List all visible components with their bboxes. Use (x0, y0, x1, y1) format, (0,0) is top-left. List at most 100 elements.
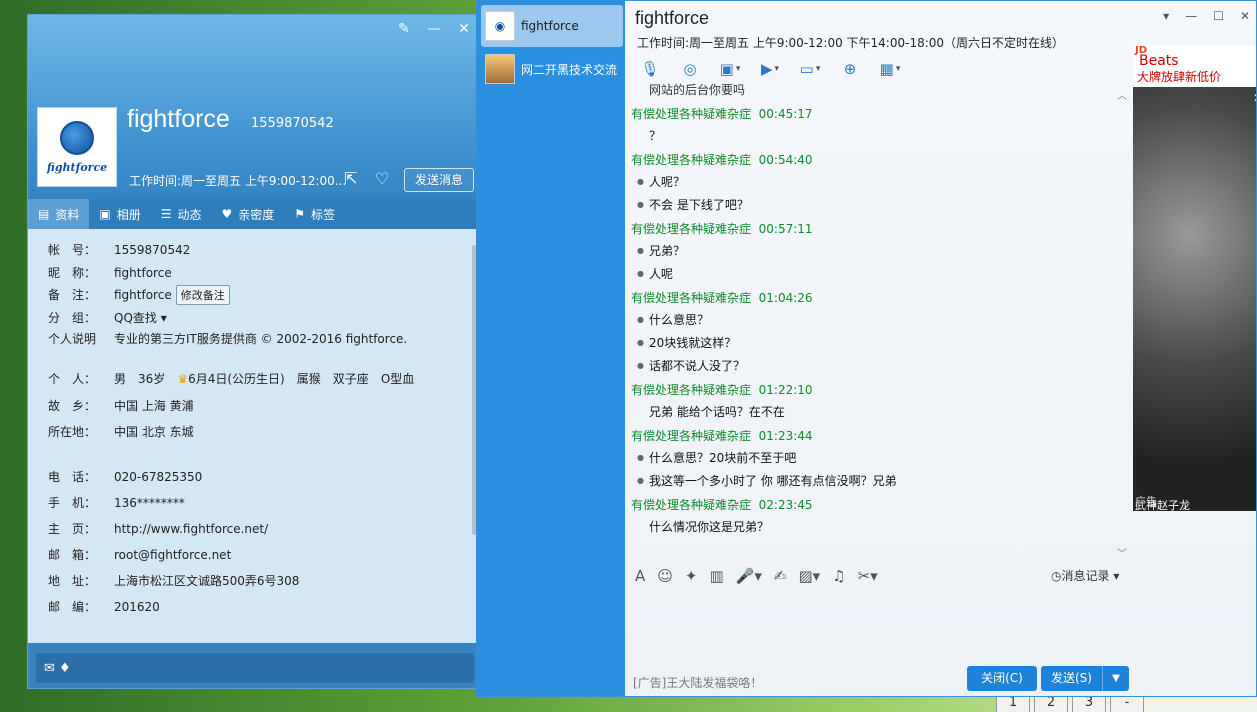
ad-text-link[interactable]: [广告]王大陆发福袋咯！ (633, 674, 762, 691)
profile-signature: 工作时间:周一至周五 上午9:00-12:00... (129, 174, 347, 188)
send-message-button[interactable]: 发送消息 (404, 168, 474, 192)
tab-intimacy[interactable]: ♥ 亲密度 (212, 199, 285, 229)
nudge-icon[interactable]: ✦ (685, 567, 698, 585)
chat-toolbar: 🎙 ◎ ▣ ▾ ▶ ▾ ▭ ▾ ⊕ ▦ ▾ (635, 57, 905, 81)
contact-group[interactable]: 网二开黑技术交流 (481, 48, 623, 90)
scroll-up-icon[interactable]: ︿ (1117, 87, 1127, 102)
message-header: 有偿处理各种疑难杂症 00:57:11 (631, 222, 813, 236)
edit-remark-button[interactable]: 修改备注 (175, 285, 230, 305)
ad-panel[interactable]: JD Beats 大牌放肆新低价 ✕ 广告 武神赵子龙 (1133, 45, 1256, 511)
screen-share-icon[interactable]: ▣ ▾ (715, 57, 745, 81)
share-icon[interactable]: ⇱ (344, 169, 357, 188)
close-icon[interactable]: ✕ (1240, 9, 1250, 23)
group-dropdown[interactable]: QQ查找 (114, 311, 157, 325)
message-text: 不会 是下线了吧？ (649, 198, 749, 212)
logo-icon: ◉ (494, 19, 506, 33)
phone-row: 电 话： 020-67825350 (48, 470, 203, 484)
email-row: 邮 箱： root@fightforce.net (48, 548, 232, 562)
message-header: 有偿处理各种疑难杂症 02:23:45 (631, 498, 813, 512)
location-row: 所在地： 中国 北京 东城 (48, 425, 194, 439)
clock-icon: ◷ (1051, 569, 1062, 583)
send-button[interactable]: 发送(S) ▼ (1041, 666, 1129, 691)
send-options-chevron-icon[interactable]: ▼ (1103, 666, 1129, 691)
file-transfer-icon[interactable]: ▶ ▾ (755, 57, 785, 81)
mail-icon[interactable]: ✉ (44, 661, 55, 676)
tab-album[interactable]: ▣ 相册 (89, 199, 150, 229)
intro-row: 个人说明 专业的第三方IT服务提供商 © 2002-2016 fightforce… (48, 332, 408, 346)
skin-brush-icon[interactable]: ✎ (396, 21, 412, 37)
zip-row: 邮 编： 201620 (48, 600, 160, 614)
edit-icon[interactable]: ✍ (774, 567, 787, 585)
message-history-button[interactable]: ◷消息记录 ▾ (1051, 567, 1119, 584)
voice-call-icon[interactable]: 🎙 (635, 57, 665, 81)
message-text: 人呢？ (649, 175, 686, 189)
music-icon[interactable]: ♫ (832, 567, 845, 585)
ad-image[interactable] (1133, 87, 1256, 511)
tab-tags[interactable]: ⚑ 标签 (284, 199, 345, 229)
minimize-icon[interactable]: — (426, 21, 442, 37)
chat-window: ◉ fightforce 网二开黑技术交流 fightforce 工作时间:周一… (476, 0, 1257, 697)
message-text: 兄弟 能给个话吗？在不在 (649, 405, 785, 419)
id-card-icon: ▤ (38, 207, 50, 221)
apps-grid-icon[interactable]: ▦ ▾ (875, 57, 905, 81)
logo-icon (60, 120, 94, 155)
avatar[interactable]: fightforce (37, 107, 117, 187)
favorite-heart-icon[interactable]: ♡ (375, 169, 389, 188)
account-row: 帐 号： 1559870542 (48, 243, 191, 257)
profile-tabs: ▤ 资料 ▣ 相册 ☰ 动态 ♥ 亲密度 ⚑ 标签 (28, 199, 478, 229)
maximize-icon[interactable]: ☐ (1213, 9, 1224, 23)
voice-message-icon[interactable]: 🎤▾ (736, 567, 762, 585)
font-icon[interactable]: A (635, 567, 645, 585)
emoji-icon[interactable]: ☺ (657, 567, 673, 585)
message-text: 我这等一个多小时了 你 哪还有点信没啊？兄弟 (649, 474, 897, 488)
screenshot-scissors-icon[interactable]: ✂▾ (858, 567, 878, 585)
message-text: 什么情况你这是兄弟？ (649, 520, 770, 534)
message-header: 有偿处理各种疑难杂症 00:54:40 (631, 153, 813, 167)
nickname-row: 昵 称： fightforce (48, 266, 172, 280)
profile-name: fightforce (127, 105, 230, 133)
profile-footer-bar: ✉ ♦ (36, 653, 474, 683)
chat-main: fightforce 工作时间:周一至周五 上午9:00-12:00 下午14:… (625, 1, 1256, 696)
message-input[interactable] (625, 591, 1131, 661)
minimize-icon[interactable]: — (1185, 9, 1197, 23)
ad-banner[interactable]: JD Beats 大牌放肆新低价 (1133, 45, 1256, 87)
profile-footer: ✉ ♦ (28, 643, 478, 688)
chat-contact-list: ◉ fightforce 网二开黑技术交流 (477, 1, 625, 696)
message-text: 网站的后台你要吗 (649, 83, 746, 97)
message-text: 兄弟？ (649, 244, 686, 258)
message-text: 人呢 (649, 267, 674, 281)
chevron-down-icon[interactable]: ▾ (157, 311, 167, 325)
mobile-row: 手 机： 136******** (48, 496, 185, 510)
contact-avatar (485, 54, 515, 84)
close-icon[interactable]: ✕ (1253, 91, 1256, 105)
avatar-logo-text: fightforce (46, 160, 108, 174)
chat-title: fightforce (635, 8, 710, 28)
message-header: 有偿处理各种疑难杂症 00:45:17 (631, 107, 813, 121)
shake-icon[interactable]: ▥ (709, 567, 723, 585)
homepage-link[interactable]: http://www.fightforce.net/ (114, 522, 268, 536)
hometown-row: 故 乡： 中国 上海 黄浦 (48, 399, 194, 413)
tab-info[interactable]: ▤ 资料 (28, 199, 90, 229)
message-text: 话都不说人没了？ (649, 359, 746, 373)
tab-feed[interactable]: ☰ 动态 (151, 199, 212, 229)
image-icon[interactable]: ▨▾ (798, 567, 820, 585)
video-call-icon[interactable]: ◎ (675, 57, 705, 81)
message-text: ？ (649, 129, 662, 143)
close-chat-button[interactable]: 关闭(C) (967, 666, 1037, 691)
chat-signature: 工作时间:周一至周五 上午9:00-12:00 下午14:00-18:00（周六… (637, 36, 1065, 50)
diamond-icon[interactable]: ♦ (59, 661, 71, 676)
ad-caption: 武神赵子龙 (1135, 499, 1190, 511)
add-contact-icon[interactable]: ⊕ (835, 57, 865, 81)
group-row: 分 组： QQ查找 ▾ (48, 311, 167, 325)
contact-fightforce[interactable]: ◉ fightforce (481, 5, 623, 47)
contact-avatar: ◉ (485, 11, 515, 41)
profile-header: ✎ — ✕ fightforce fightforce 1559870542 工… (28, 15, 478, 199)
message-text: 什么意思？20块前不至于吧 (649, 451, 797, 465)
remote-desktop-icon[interactable]: ▭ ▾ (795, 57, 825, 81)
message-list[interactable]: 网站的后台你要吗 ︿ 有偿处理各种疑难杂症 00:45:17 ？ 有偿处理各种疑… (625, 83, 1131, 553)
scroll-down-icon[interactable]: ﹀ (1117, 545, 1127, 553)
chevron-down-icon[interactable]: ▾ (1163, 9, 1169, 23)
list-icon: ☰ (160, 207, 172, 221)
close-icon[interactable]: ✕ (456, 21, 472, 37)
profile-window-controls: ✎ — ✕ (396, 21, 472, 37)
